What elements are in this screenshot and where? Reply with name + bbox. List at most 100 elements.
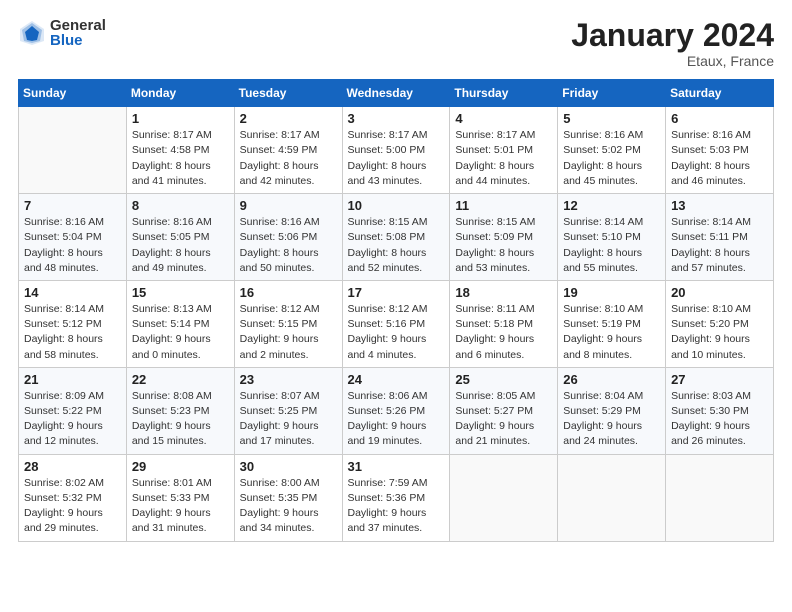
header-sunday: Sunday [19, 80, 127, 107]
calendar-cell [19, 107, 127, 194]
day-info: Sunrise: 8:14 AMSunset: 5:11 PMDaylight:… [671, 215, 768, 276]
day-info: Sunrise: 8:17 AMSunset: 5:01 PMDaylight:… [455, 128, 552, 189]
calendar-cell: 14 Sunrise: 8:14 AMSunset: 5:12 PMDayligh… [19, 280, 127, 367]
calendar-cell: 24Sunrise: 8:06 AMSunset: 5:26 PMDayligh… [342, 367, 450, 454]
day-number: 2 [240, 111, 337, 126]
day-number: 30 [240, 459, 337, 474]
day-info: Sunrise: 8:13 AMSunset: 5:14 PMDaylight:… [132, 302, 229, 363]
day-number: 23 [240, 372, 337, 387]
day-number: 21 [24, 372, 121, 387]
logo: General Blue [18, 18, 106, 48]
header: General Blue January 2024 Etaux, France [18, 18, 774, 69]
calendar-cell: 13 Sunrise: 8:14 AMSunset: 5:11 PMDayligh… [666, 194, 774, 281]
day-info: Sunrise: 8:05 AMSunset: 5:27 PMDaylight:… [455, 389, 552, 450]
day-number: 27 [671, 372, 768, 387]
day-number: 22 [132, 372, 229, 387]
header-monday: Monday [126, 80, 234, 107]
calendar-cell [450, 454, 558, 541]
calendar-cell: 23 Sunrise: 8:07 AMSunset: 5:25 PMDayligh… [234, 367, 342, 454]
header-thursday: Thursday [450, 80, 558, 107]
day-number: 31 [348, 459, 445, 474]
calendar-cell: 3Sunrise: 8:17 AMSunset: 5:00 PMDaylight… [342, 107, 450, 194]
page: General Blue January 2024 Etaux, France … [0, 0, 792, 612]
day-info: Sunrise: 8:16 AMSunset: 5:04 PMDaylight:… [24, 215, 121, 276]
day-number: 7 [24, 198, 121, 213]
day-info: Sunrise: 8:00 AMSunset: 5:35 PMDaylight:… [240, 476, 337, 537]
day-info: Sunrise: 8:08 AMSunset: 5:23 PMDaylight:… [132, 389, 229, 450]
day-number: 10 [348, 198, 445, 213]
day-info: Sunrise: 8:16 AMSunset: 5:05 PMDaylight:… [132, 215, 229, 276]
calendar-week-1: 1 Sunrise: 8:17 AMSunset: 4:58 PMDaylight… [19, 107, 774, 194]
calendar-cell: 4Sunrise: 8:17 AMSunset: 5:01 PMDaylight… [450, 107, 558, 194]
day-number: 1 [132, 111, 229, 126]
day-number: 17 [348, 285, 445, 300]
calendar-cell: 16 Sunrise: 8:12 AMSunset: 5:15 PMDayligh… [234, 280, 342, 367]
day-number: 24 [348, 372, 445, 387]
day-info: Sunrise: 8:17 AMSunset: 4:59 PMDaylight:… [240, 128, 337, 189]
calendar-cell: 20 Sunrise: 8:10 AMSunset: 5:20 PMDayligh… [666, 280, 774, 367]
calendar-cell: 11Sunrise: 8:15 AMSunset: 5:09 PMDayligh… [450, 194, 558, 281]
calendar-cell: 25Sunrise: 8:05 AMSunset: 5:27 PMDayligh… [450, 367, 558, 454]
header-wednesday: Wednesday [342, 80, 450, 107]
calendar-cell: 21 Sunrise: 8:09 AMSunset: 5:22 PMDayligh… [19, 367, 127, 454]
calendar-cell [558, 454, 666, 541]
day-number: 26 [563, 372, 660, 387]
day-info: Sunrise: 8:11 AMSunset: 5:18 PMDaylight:… [455, 302, 552, 363]
day-info: Sunrise: 8:10 AMSunset: 5:20 PMDaylight:… [671, 302, 768, 363]
day-info: Sunrise: 8:17 AMSunset: 4:58 PMDaylight:… [132, 128, 229, 189]
logo-text: General Blue [50, 18, 106, 48]
calendar-cell: 26 Sunrise: 8:04 AMSunset: 5:29 PMDayligh… [558, 367, 666, 454]
calendar-cell: 31Sunrise: 7:59 AMSunset: 5:36 PMDayligh… [342, 454, 450, 541]
day-number: 6 [671, 111, 768, 126]
calendar-cell: 5Sunrise: 8:16 AMSunset: 5:02 PMDaylight… [558, 107, 666, 194]
calendar-cell: 15Sunrise: 8:13 AMSunset: 5:14 PMDayligh… [126, 280, 234, 367]
title-block: January 2024 Etaux, France [571, 18, 774, 69]
day-number: 9 [240, 198, 337, 213]
day-info: Sunrise: 8:02 AMSunset: 5:32 PMDaylight:… [24, 476, 121, 537]
day-info: Sunrise: 8:12 AMSunset: 5:15 PMDaylight:… [240, 302, 337, 363]
calendar-cell: 10Sunrise: 8:15 AMSunset: 5:08 PMDayligh… [342, 194, 450, 281]
day-number: 14 [24, 285, 121, 300]
calendar-week-3: 14 Sunrise: 8:14 AMSunset: 5:12 PMDayligh… [19, 280, 774, 367]
calendar-cell: 28 Sunrise: 8:02 AMSunset: 5:32 PMDayligh… [19, 454, 127, 541]
day-info: Sunrise: 8:04 AMSunset: 5:29 PMDaylight:… [563, 389, 660, 450]
calendar-cell: 1 Sunrise: 8:17 AMSunset: 4:58 PMDaylight… [126, 107, 234, 194]
logo-blue-text: Blue [50, 33, 106, 48]
day-number: 13 [671, 198, 768, 213]
calendar-cell: 19 Sunrise: 8:10 AMSunset: 5:19 PMDayligh… [558, 280, 666, 367]
header-friday: Friday [558, 80, 666, 107]
day-number: 19 [563, 285, 660, 300]
day-info: Sunrise: 8:10 AMSunset: 5:19 PMDaylight:… [563, 302, 660, 363]
day-number: 28 [24, 459, 121, 474]
day-info: Sunrise: 8:16 AMSunset: 5:06 PMDaylight:… [240, 215, 337, 276]
day-number: 18 [455, 285, 552, 300]
calendar-cell: 22 Sunrise: 8:08 AMSunset: 5:23 PMDayligh… [126, 367, 234, 454]
day-info: Sunrise: 8:03 AMSunset: 5:30 PMDaylight:… [671, 389, 768, 450]
day-info: Sunrise: 8:01 AMSunset: 5:33 PMDaylight:… [132, 476, 229, 537]
calendar-week-4: 21 Sunrise: 8:09 AMSunset: 5:22 PMDayligh… [19, 367, 774, 454]
calendar-cell: 7 Sunrise: 8:16 AMSunset: 5:04 PMDaylight… [19, 194, 127, 281]
calendar-cell [666, 454, 774, 541]
day-info: Sunrise: 8:16 AMSunset: 5:02 PMDaylight:… [563, 128, 660, 189]
day-info: Sunrise: 8:14 AMSunset: 5:12 PMDaylight:… [24, 302, 121, 363]
day-number: 20 [671, 285, 768, 300]
day-number: 8 [132, 198, 229, 213]
day-number: 29 [132, 459, 229, 474]
calendar-cell: 9 Sunrise: 8:16 AMSunset: 5:06 PMDaylight… [234, 194, 342, 281]
calendar-week-2: 7 Sunrise: 8:16 AMSunset: 5:04 PMDaylight… [19, 194, 774, 281]
month-title: January 2024 [571, 18, 774, 53]
calendar-cell: 6Sunrise: 8:16 AMSunset: 5:03 PMDaylight… [666, 107, 774, 194]
day-info: Sunrise: 8:07 AMSunset: 5:25 PMDaylight:… [240, 389, 337, 450]
calendar-cell: 30 Sunrise: 8:00 AMSunset: 5:35 PMDayligh… [234, 454, 342, 541]
day-info: Sunrise: 8:17 AMSunset: 5:00 PMDaylight:… [348, 128, 445, 189]
day-info: Sunrise: 8:09 AMSunset: 5:22 PMDaylight:… [24, 389, 121, 450]
calendar-table: Sunday Monday Tuesday Wednesday Thursday… [18, 79, 774, 541]
logo-general-text: General [50, 18, 106, 33]
calendar-cell: 2 Sunrise: 8:17 AMSunset: 4:59 PMDaylight… [234, 107, 342, 194]
day-number: 12 [563, 198, 660, 213]
logo-icon [18, 19, 46, 47]
header-saturday: Saturday [666, 80, 774, 107]
header-tuesday: Tuesday [234, 80, 342, 107]
day-info: Sunrise: 8:14 AMSunset: 5:10 PMDaylight:… [563, 215, 660, 276]
day-number: 16 [240, 285, 337, 300]
